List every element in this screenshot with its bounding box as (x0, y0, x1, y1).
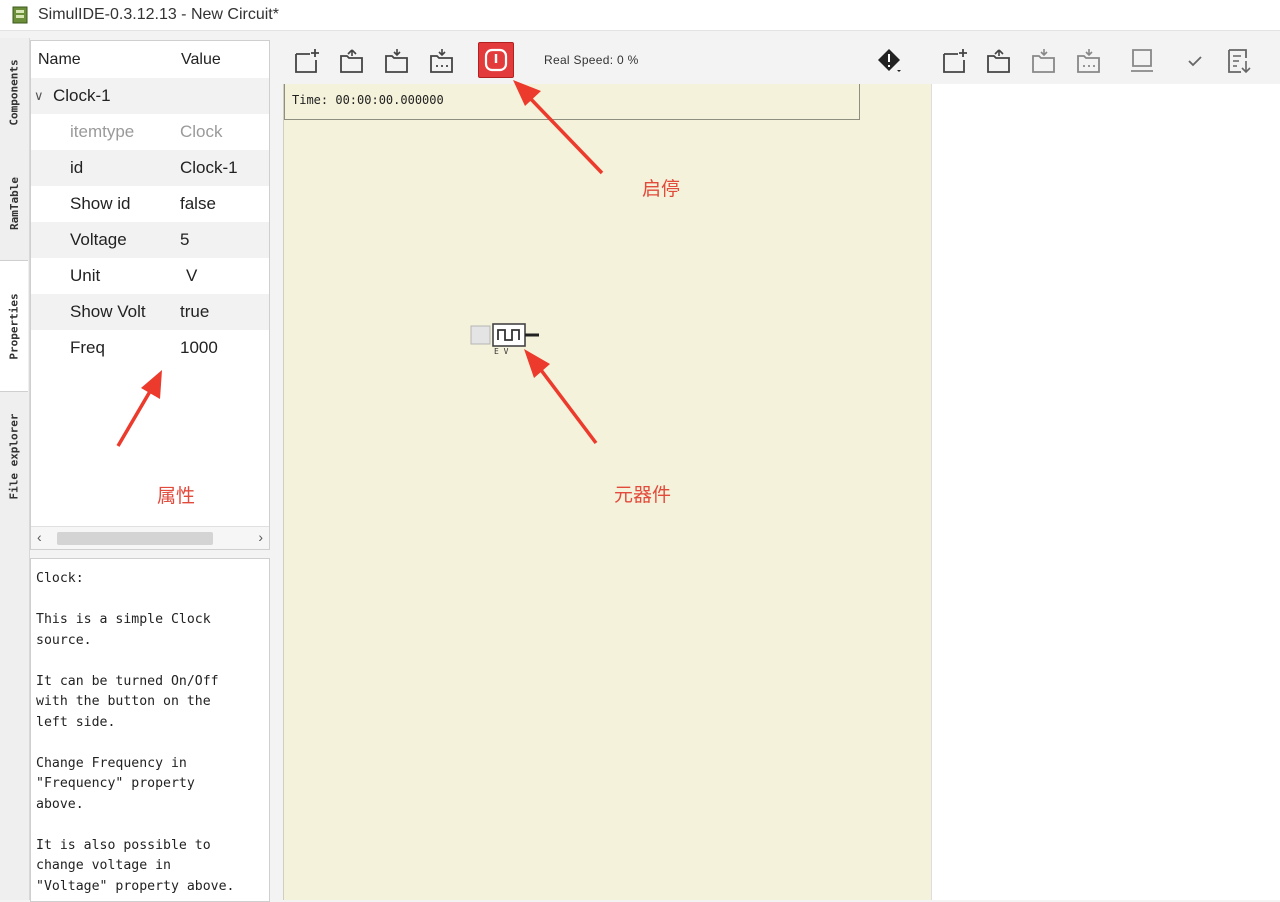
properties-header: Name Value (31, 41, 269, 78)
compile-check-icon[interactable] (1180, 46, 1210, 76)
scrollbar-thumb[interactable] (57, 532, 213, 545)
side-tab-bar: Components RamTable Properties File expl… (0, 38, 30, 900)
property-value[interactable]: 5 (180, 230, 189, 250)
annotation-properties: 属性 (157, 486, 196, 507)
scroll-left-icon[interactable]: ‹ (37, 529, 42, 545)
clock-component[interactable]: E V (469, 321, 549, 361)
property-name: Voltage (70, 230, 127, 249)
component-tree-item[interactable]: ∨ Clock-1 (31, 78, 269, 114)
annotation-component: 元器件 (614, 485, 672, 506)
open-circuit-icon[interactable] (337, 46, 367, 76)
property-value[interactable]: 1000 (180, 338, 218, 358)
property-row[interactable]: itemtype Clock (31, 114, 269, 150)
tab-components[interactable]: Components (0, 38, 28, 146)
header-name[interactable]: Name (38, 51, 81, 69)
property-name: Show Volt (70, 302, 146, 321)
simulation-time: Time: 00:00:00.000000 (292, 93, 444, 107)
new-file-icon[interactable] (940, 46, 970, 76)
debug-icon[interactable] (874, 46, 904, 76)
tab-properties[interactable]: Properties (0, 260, 28, 392)
title-bar: SimulIDE-0.3.12.13 - New Circuit* (0, 0, 1280, 31)
annotation-start-stop: 启停 (642, 179, 681, 200)
property-row[interactable]: Show Volt true (31, 294, 269, 330)
property-name: Unit (70, 266, 101, 285)
property-row[interactable]: Freq 1000 (31, 330, 269, 366)
save-file-icon[interactable] (1029, 46, 1059, 76)
property-row[interactable]: Unit V (31, 258, 269, 294)
save-as-icon[interactable] (427, 46, 457, 76)
property-name: id (70, 158, 84, 177)
property-name: Freq (70, 338, 105, 357)
power-icon (484, 48, 508, 72)
tab-file-explorer[interactable]: File explorer (0, 396, 28, 516)
scroll-right-icon[interactable]: › (258, 529, 263, 545)
property-value[interactable]: V (186, 266, 197, 286)
app-icon (12, 6, 28, 24)
help-panel: Clock: This is a simple Clock source. It… (30, 558, 270, 902)
time-display: Time: 00:00:00.000000 (284, 84, 860, 120)
property-value: Clock (180, 122, 223, 141)
save-file-as-icon[interactable] (1074, 46, 1104, 76)
property-name: Show id (70, 194, 131, 213)
component-value-label: E V (494, 347, 509, 356)
editor-toolbar (932, 38, 1280, 84)
clock-component-icon (470, 323, 539, 347)
circuit-canvas[interactable]: Time: 00:00:00.000000 E V (283, 84, 931, 900)
help-text: Clock: This is a simple Clock source. It… (36, 571, 235, 894)
save-circuit-icon[interactable] (382, 46, 412, 76)
chevron-down-icon[interactable]: ∨ (34, 88, 44, 104)
properties-panel: Name Value ∨ Clock-1 itemtype Clock id C… (30, 40, 270, 550)
real-speed-label: Real Speed: 0 % (544, 53, 639, 67)
new-circuit-icon[interactable] (292, 46, 322, 76)
code-editor[interactable] (931, 84, 1280, 900)
horizontal-scrollbar[interactable]: ‹ › (31, 526, 269, 549)
header-value[interactable]: Value (181, 51, 221, 69)
find-icon[interactable] (1127, 46, 1157, 76)
property-row[interactable]: Show id false (31, 186, 269, 222)
property-value[interactable]: true (180, 302, 209, 322)
open-file-icon[interactable] (984, 46, 1014, 76)
window-title: SimulIDE-0.3.12.13 - New Circuit* (38, 6, 279, 23)
property-value[interactable]: false (180, 194, 216, 214)
component-name: Clock-1 (53, 86, 111, 105)
upload-icon[interactable] (1224, 46, 1254, 76)
property-row[interactable]: id Clock-1 (31, 150, 269, 186)
property-value[interactable]: Clock-1 (180, 158, 238, 178)
power-button[interactable] (478, 42, 514, 78)
property-name: itemtype (70, 122, 135, 141)
tab-ramtable[interactable]: RamTable (0, 150, 28, 256)
property-row[interactable]: Voltage 5 (31, 222, 269, 258)
